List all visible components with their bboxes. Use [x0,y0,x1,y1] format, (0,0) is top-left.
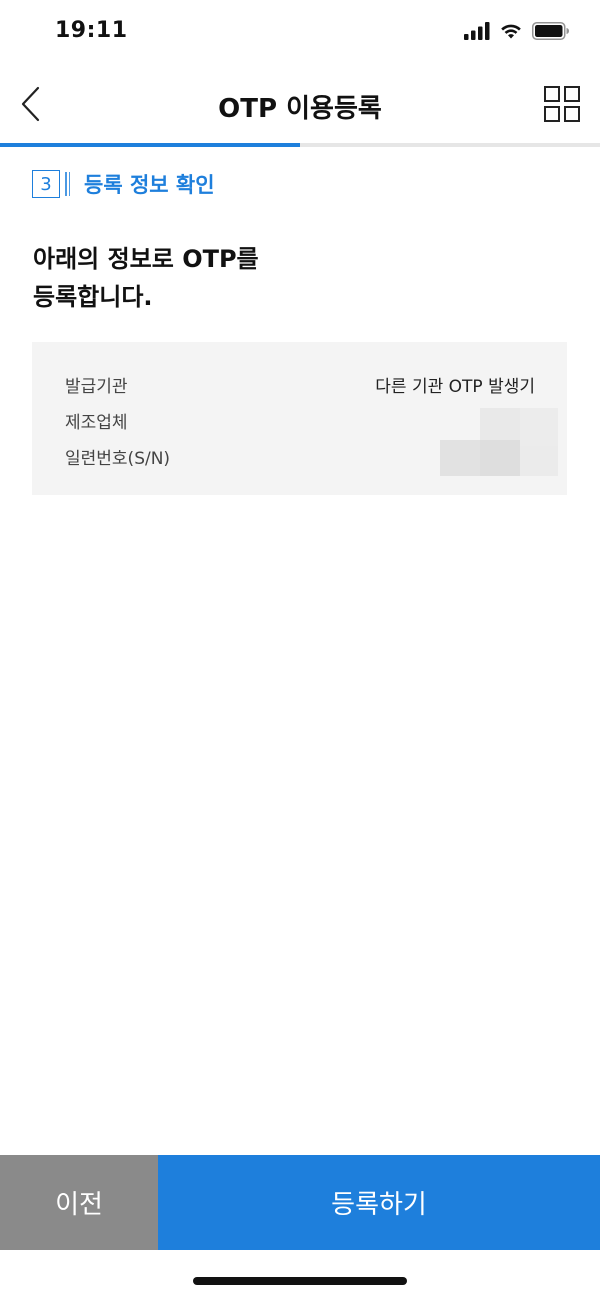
status-time: 19:11 [55,18,128,43]
step-stack-lines [63,171,70,197]
headline: 아래의 정보로 OTP를 등록합니다. [33,240,553,316]
redacted-value [520,446,558,476]
headline-line-1: 아래의 정보로 OTP를 [33,245,259,273]
redacted-value [480,440,520,476]
status-bar: 19:11 [0,0,600,66]
page-title: OTP 이용등록 [218,94,382,124]
screen: 19:11 OTP 이용등록 3 등록 정보 확인 아래의 정보로 OTP를 등… [0,0,600,1299]
signal-icon [464,22,490,44]
info-label: 발급기관 [65,377,128,397]
step-label: 등록 정보 확인 [84,173,215,197]
step-indicator: 3 등록 정보 확인 [32,168,215,200]
previous-button[interactable]: 이전 [0,1155,158,1250]
battery-icon [532,22,570,44]
header: OTP 이용등록 [0,66,600,144]
headline-line-2: 등록합니다. [33,283,153,311]
info-label: 일련번호(S/N) [65,449,171,469]
wifi-icon [499,22,523,44]
progress-fill [0,143,300,147]
all-menu-button[interactable] [544,86,580,122]
info-row-manufacturer: 제조업체 [65,404,535,434]
info-label: 제조업체 [65,413,128,433]
step-number: 3 [32,170,60,198]
info-row-issuer: 발급기관 다른 기관 OTP 발생기 [65,368,535,398]
bottom-action-bar: 이전 등록하기 [0,1155,600,1250]
status-icons [464,22,570,44]
redacted-value [520,408,558,446]
info-card: 발급기관 다른 기관 OTP 발생기 제조업체 일련번호(S/N) [32,342,567,495]
home-indicator[interactable] [193,1277,407,1285]
info-value: 다른 기관 OTP 발생기 [375,377,535,397]
register-button[interactable]: 등록하기 [158,1155,600,1250]
progress-bar [0,143,600,147]
grid-menu-icon [544,86,580,122]
redacted-value [440,440,480,476]
